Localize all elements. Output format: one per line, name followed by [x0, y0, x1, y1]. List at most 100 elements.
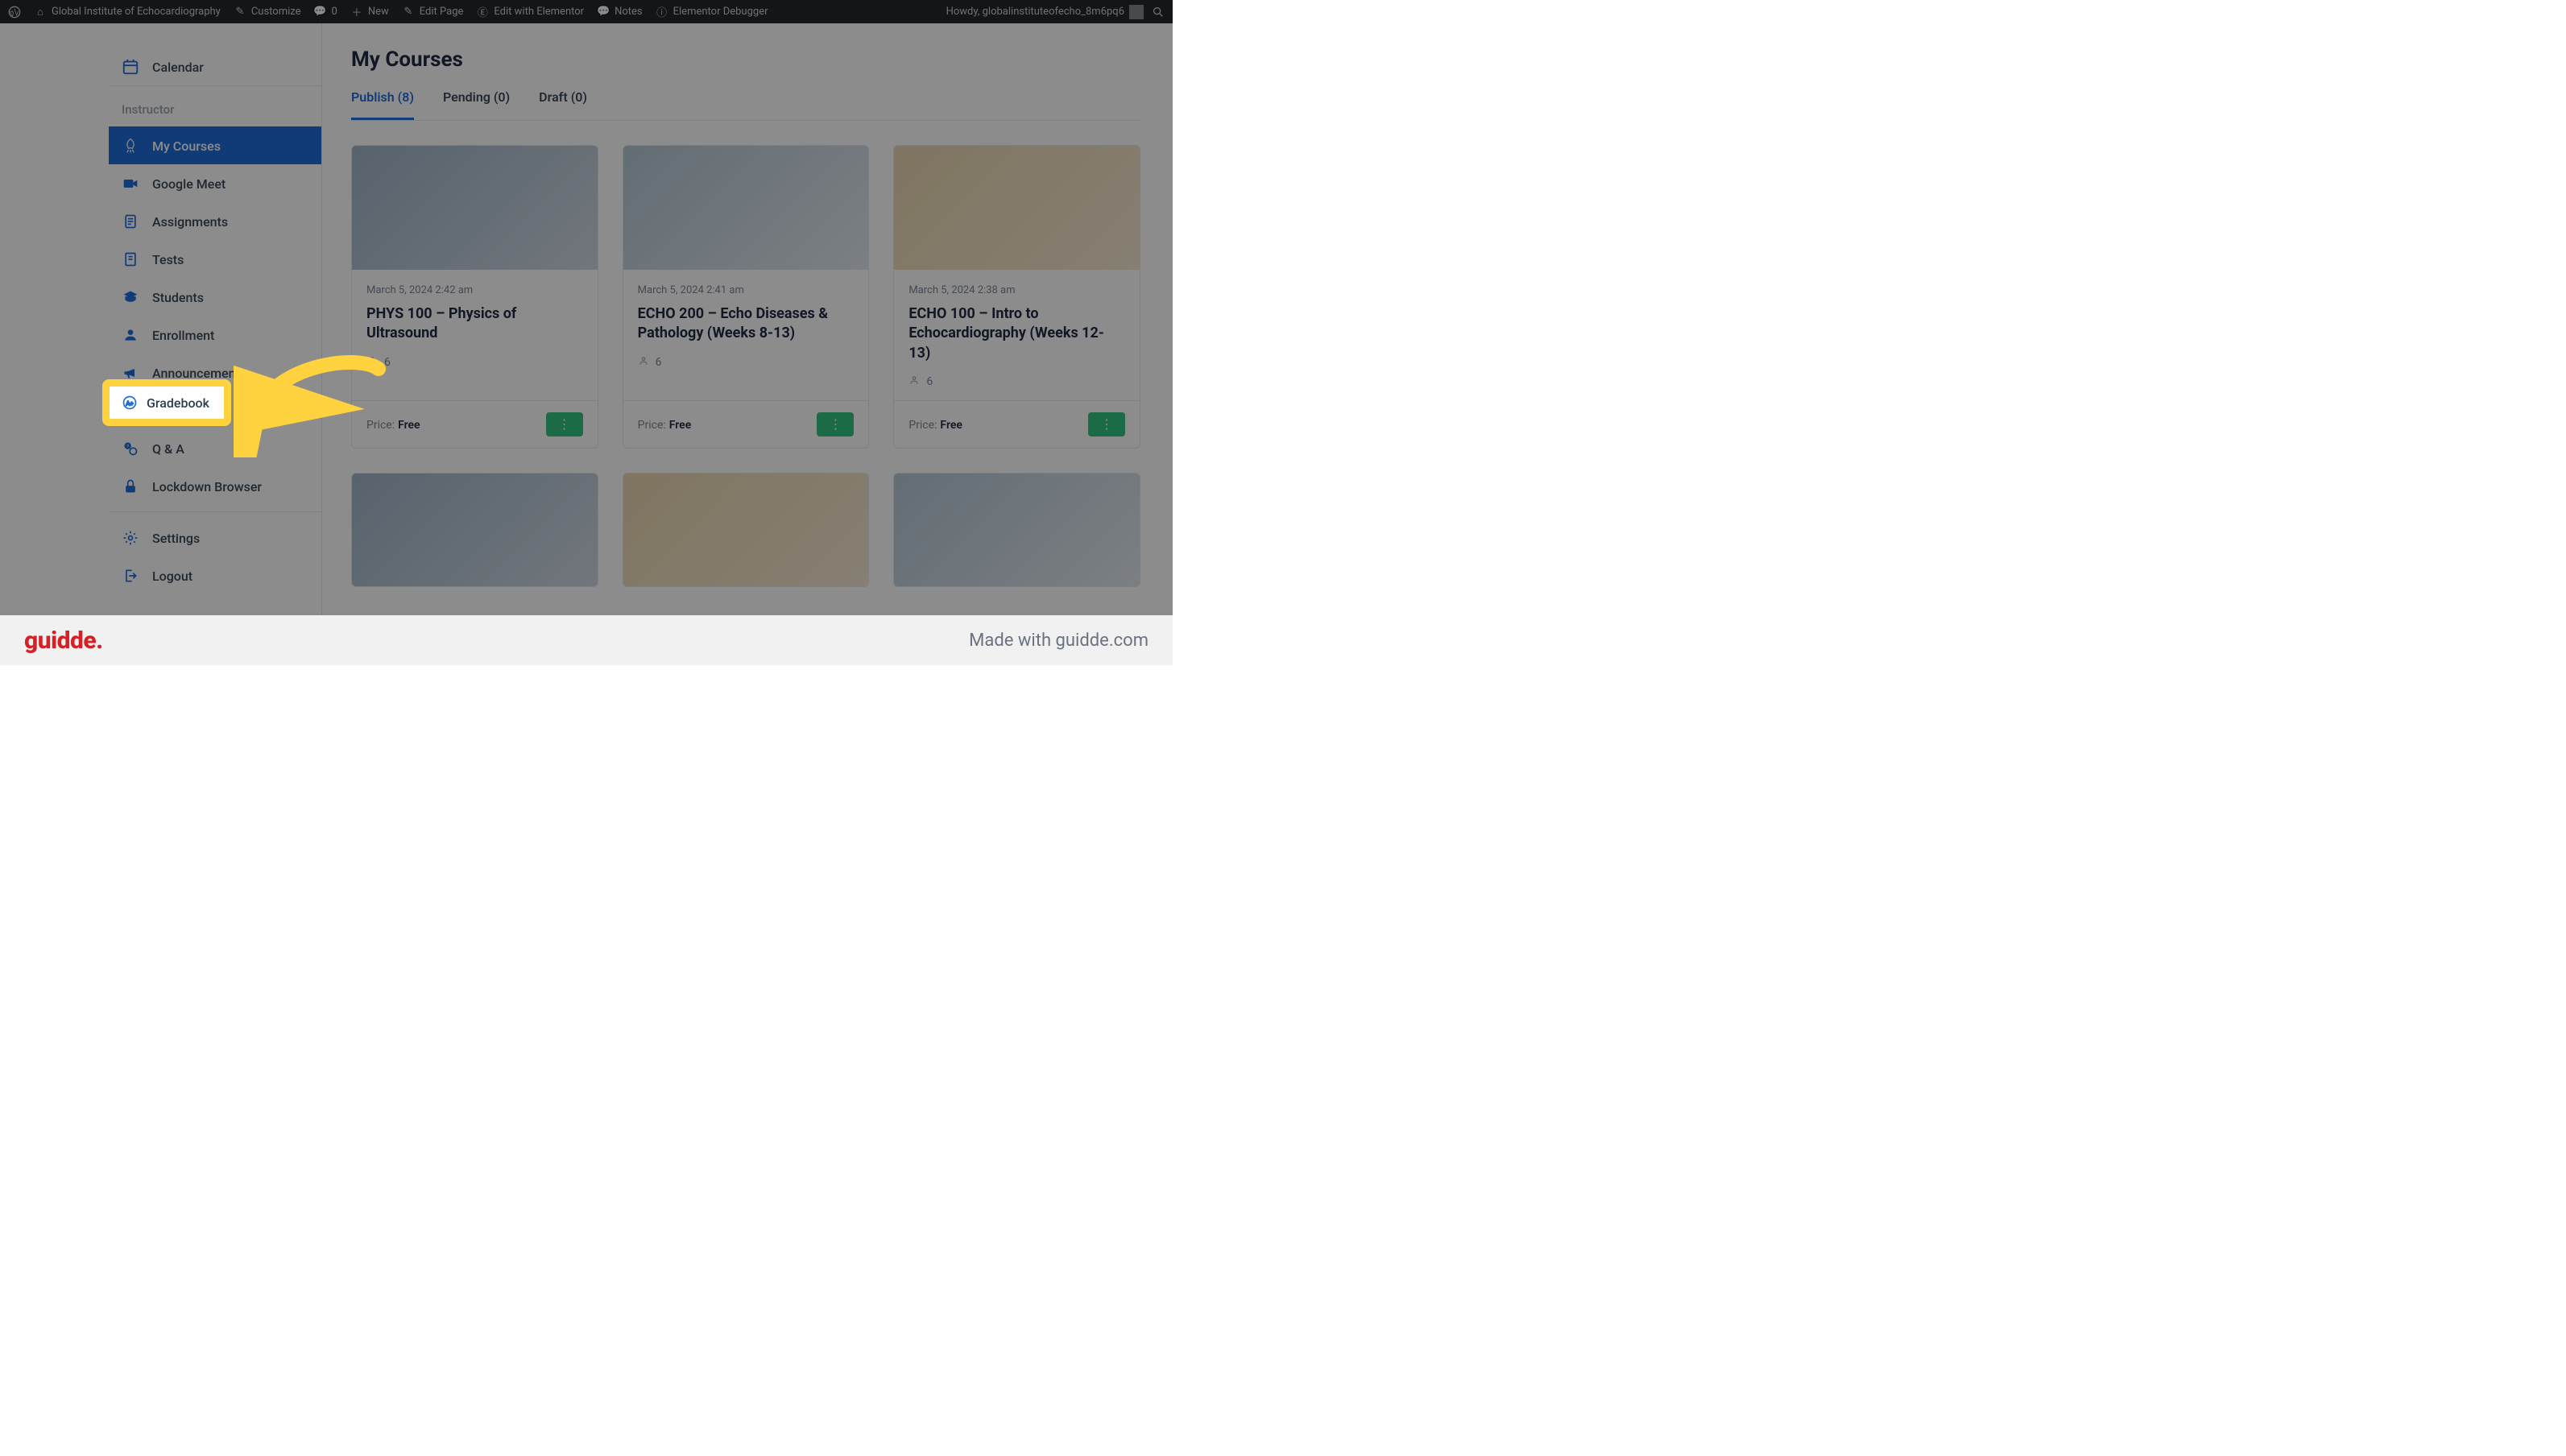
sidebar-item-google-meet[interactable]: Google Meet [109, 164, 321, 202]
sidebar-item-label: Assignments [152, 214, 228, 230]
main-content: My Courses Publish (8) Pending (0) Draft… [322, 23, 1173, 615]
edit-elementor-link[interactable]: ⒺEdit with Elementor [476, 6, 584, 19]
course-card[interactable]: March 5, 2024 2:41 am ECHO 200 – Echo Di… [623, 145, 870, 449]
sidebar-heading-instructor: Instructor [109, 89, 321, 126]
info-icon: ⓘ [656, 6, 668, 19]
sidebar-item-students[interactable]: Students [109, 278, 321, 316]
course-thumbnail [623, 146, 869, 270]
price-label: Price: [908, 419, 937, 432]
elementor-debugger-link[interactable]: ⓘElementor Debugger [656, 6, 768, 19]
price-value: Free [669, 419, 692, 432]
logout-icon [122, 567, 139, 585]
course-thumbnail [352, 146, 598, 270]
wp-admin-bar: ⌂ Global Institute of Echocardiography ✎C… [0, 0, 1173, 23]
home-icon: ⌂ [34, 6, 47, 19]
sidebar: Calendar Instructor My Courses Google Me… [0, 23, 322, 615]
svg-text:A+: A+ [126, 399, 133, 407]
price-value: Free [940, 419, 962, 432]
howdy-user[interactable]: Howdy, globalinstituteofecho_8m6pq6 [946, 5, 1144, 19]
elementor-icon: Ⓔ [476, 6, 489, 19]
comments-link[interactable]: 💬0 [314, 6, 337, 19]
sidebar-item-settings[interactable]: Settings [109, 519, 321, 556]
sidebar-item-label: Lockdown Browser [152, 479, 262, 494]
brush-icon: ✎ [234, 6, 246, 19]
svg-text:?: ? [126, 445, 129, 449]
sidebar-item-label: Students [152, 290, 204, 305]
course-more-button[interactable]: ⋮ [817, 412, 854, 436]
course-students: 6 [638, 355, 855, 370]
sidebar-item-tests[interactable]: Tests [109, 240, 321, 278]
notes-icon: 💬 [597, 6, 610, 19]
course-grid: March 5, 2024 2:42 am PHYS 100 – Physics… [351, 145, 1140, 587]
user-icon [638, 355, 649, 370]
sidebar-item-assignments[interactable]: Assignments [109, 202, 321, 240]
sidebar-item-lockdown[interactable]: Lockdown Browser [109, 467, 321, 505]
search-icon [1152, 6, 1165, 19]
price-label: Price: [366, 419, 395, 432]
sidebar-item-label: My Courses [152, 139, 221, 154]
course-date: March 5, 2024 2:41 am [638, 284, 855, 296]
tab-publish[interactable]: Publish (8) [351, 89, 414, 120]
sidebar-item-label: Settings [152, 531, 200, 546]
price-label: Price: [638, 419, 666, 432]
site-name-link[interactable]: ⌂ Global Institute of Echocardiography [34, 6, 221, 19]
site-name: Global Institute of Echocardiography [52, 6, 221, 18]
course-thumbnail [894, 474, 1140, 586]
sidebar-item-label: Google Meet [152, 176, 226, 192]
plus-icon: ＋ [350, 6, 363, 19]
course-title: PHYS 100 – Physics of Ultrasound [366, 304, 583, 344]
user-icon [122, 326, 139, 344]
tab-pending[interactable]: Pending (0) [443, 89, 510, 120]
tutorial-highlight-gradebook: A+ Gradebook [102, 379, 231, 426]
course-more-button[interactable]: ⋮ [1088, 412, 1125, 436]
course-card[interactable]: March 5, 2024 2:38 am ECHO 100 – Intro t… [893, 145, 1140, 449]
course-card[interactable] [623, 473, 870, 587]
avatar [1129, 5, 1144, 19]
edit-page-link[interactable]: ✎Edit Page [402, 6, 464, 19]
tab-draft[interactable]: Draft (0) [539, 89, 587, 120]
sidebar-item-label: Tests [152, 252, 184, 267]
video-icon [122, 175, 139, 192]
price-value: Free [398, 419, 420, 432]
rocket-icon [122, 137, 139, 155]
comment-icon: 💬 [314, 6, 327, 19]
grade-icon: A+ [121, 394, 139, 412]
page-title: My Courses [351, 48, 1140, 72]
pencil-icon: ✎ [402, 6, 415, 19]
course-thumbnail [352, 474, 598, 586]
course-students: 6 [908, 374, 1125, 389]
customize-link[interactable]: ✎Customize [234, 6, 301, 19]
notes-link[interactable]: 💬Notes [597, 6, 643, 19]
course-thumbnail [894, 146, 1140, 270]
course-title: ECHO 200 – Echo Diseases & Pathology (We… [638, 304, 855, 344]
clipboard-icon [122, 213, 139, 230]
course-card[interactable]: March 5, 2024 2:42 am PHYS 100 – Physics… [351, 145, 598, 449]
sidebar-item-enrollment[interactable]: Enrollment [109, 316, 321, 354]
course-thumbnail [623, 474, 869, 586]
question-icon: ? [122, 440, 139, 457]
graduation-icon [122, 288, 139, 306]
sidebar-item-label: Enrollment [152, 328, 214, 343]
user-icon [908, 374, 920, 389]
wordpress-icon [8, 6, 21, 19]
course-date: March 5, 2024 2:38 am [908, 284, 1125, 296]
course-card[interactable] [351, 473, 598, 587]
guidde-bar: guidde. Made with guidde.com [0, 615, 1173, 665]
sidebar-item-label: Q & A [152, 441, 184, 457]
sidebar-item-my-courses[interactable]: My Courses [109, 126, 321, 164]
user-icon [366, 355, 378, 370]
search-toggle[interactable] [1152, 6, 1165, 19]
course-title: ECHO 100 – Intro to Echocardiography (We… [908, 304, 1125, 363]
sidebar-item-logout[interactable]: Logout [109, 556, 321, 594]
sidebar-item-qa[interactable]: ? Q & A [109, 429, 321, 467]
course-students: 6 [366, 355, 583, 370]
new-link[interactable]: ＋New [350, 6, 389, 19]
sidebar-item-label: Announcements [152, 366, 246, 381]
wp-logo[interactable] [8, 6, 21, 19]
sidebar-item-label: Calendar [152, 60, 204, 75]
guidde-logo: guidde. [24, 627, 103, 655]
sidebar-item-calendar[interactable]: Calendar [109, 48, 321, 86]
course-more-button[interactable]: ⋮ [546, 412, 583, 436]
document-icon [122, 250, 139, 268]
course-card[interactable] [893, 473, 1140, 587]
